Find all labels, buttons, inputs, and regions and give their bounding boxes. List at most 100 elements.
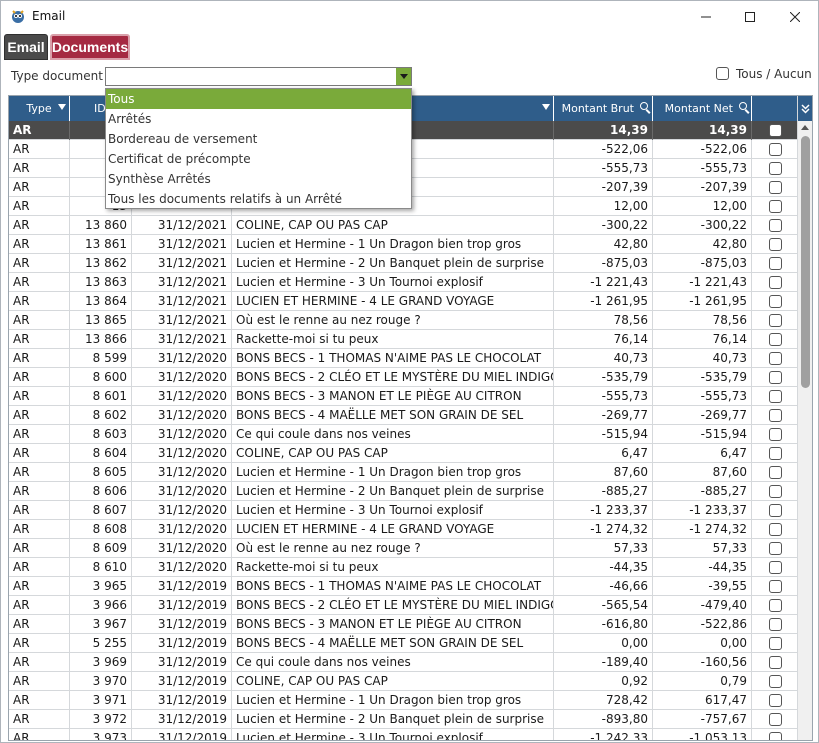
table-row[interactable]: AR 3 967 31/12/2019 BONS BECS - 3 MANON ET …: [9, 615, 799, 634]
row-checkbox[interactable]: [769, 162, 782, 175]
row-checkbox[interactable]: [769, 352, 782, 365]
row-checkbox[interactable]: [769, 447, 782, 460]
row-checkbox[interactable]: [769, 656, 782, 669]
close-button[interactable]: [773, 1, 817, 32]
table-row[interactable]: AR 3 973 31/12/2019 Lucien et Hermine - 3 U…: [9, 729, 799, 740]
cell-montant-brut: -616,80: [554, 615, 653, 634]
row-checkbox[interactable]: [769, 314, 782, 327]
row-checkbox[interactable]: [769, 428, 782, 441]
table-row[interactable]: AR 8 603 31/12/2020 Ce qui coule dans nos v…: [9, 425, 799, 444]
table-row[interactable]: AR 13 865 31/12/2021 Où est le renne au nez…: [9, 311, 799, 330]
table-row[interactable]: AR 8 600 31/12/2020 BONS BECS - 2 CLÉO ET L…: [9, 368, 799, 387]
table-row[interactable]: AR 8 607 31/12/2020 Lucien et Hermine - 3 U…: [9, 501, 799, 520]
row-checkbox[interactable]: [769, 523, 782, 536]
cell-id: 3 972: [70, 710, 132, 729]
scroll-up-arrow[interactable]: [801, 125, 809, 130]
table-row[interactable]: AR 3 970 31/12/2019 COLINE, CAP OU PAS CAP 0…: [9, 672, 799, 691]
column-header-type[interactable]: Type: [9, 96, 70, 121]
row-checkbox[interactable]: [769, 675, 782, 688]
row-checkbox[interactable]: [769, 637, 782, 650]
dropdown-option[interactable]: Tous les documents relatifs à un Arrêté: [106, 189, 411, 209]
cell-montant-brut: 78,56: [554, 311, 653, 330]
filter-icon[interactable]: [542, 104, 550, 110]
dropdown-option[interactable]: Arrêtés: [106, 109, 411, 129]
column-header-montant-net[interactable]: Montant Net: [653, 96, 752, 121]
column-chooser-button[interactable]: [798, 96, 812, 121]
table-row[interactable]: AR 3 972 31/12/2019 Lucien et Hermine - 2 U…: [9, 710, 799, 729]
row-checkbox[interactable]: [769, 466, 782, 479]
vertical-scrollbar[interactable]: [797, 96, 812, 740]
search-icon[interactable]: [739, 102, 747, 110]
row-checkbox[interactable]: [769, 276, 782, 289]
table-row[interactable]: AR 13 864 31/12/2021 LUCIEN ET HERMINE - 4 …: [9, 292, 799, 311]
table-row[interactable]: AR 3 965 31/12/2019 BONS BECS - 1 THOMAS N'…: [9, 577, 799, 596]
table-row[interactable]: AR 8 606 31/12/2020 Lucien et Hermine - 2 U…: [9, 482, 799, 501]
table-row[interactable]: AR 8 602 31/12/2020 BONS BECS - 4 MAËLLE ME…: [9, 406, 799, 425]
row-checkbox[interactable]: [769, 371, 782, 384]
row-checkbox[interactable]: [769, 219, 782, 232]
table-row[interactable]: AR 8 608 31/12/2020 LUCIEN ET HERMINE - 4 L…: [9, 520, 799, 539]
row-checkbox[interactable]: [769, 599, 782, 612]
row-checkbox[interactable]: [769, 238, 782, 251]
row-checkbox[interactable]: [769, 713, 782, 726]
column-header-select[interactable]: [752, 96, 799, 121]
table-row[interactable]: AR 8 601 31/12/2020 BONS BECS - 3 MANON ET …: [9, 387, 799, 406]
column-header-montant-brut[interactable]: Montant Brut: [554, 96, 653, 121]
table-row[interactable]: AR 8 610 31/12/2020 Rackette-moi si tu peux…: [9, 558, 799, 577]
row-checkbox[interactable]: [769, 732, 782, 740]
table-row[interactable]: AR 8 599 31/12/2020 BONS BECS - 1 THOMAS N'…: [9, 349, 799, 368]
table-row[interactable]: AR 8 605 31/12/2020 Lucien et Hermine - 1 U…: [9, 463, 799, 482]
maximize-button[interactable]: [728, 1, 772, 32]
table-row[interactable]: AR 13 866 31/12/2021 Rackette-moi si tu peu…: [9, 330, 799, 349]
dropdown-option[interactable]: Bordereau de versement: [106, 129, 411, 149]
row-checkbox[interactable]: [769, 542, 782, 555]
row-checkbox[interactable]: [769, 580, 782, 593]
type-document-select[interactable]: [105, 67, 412, 86]
row-checkbox[interactable]: [769, 485, 782, 498]
cell-type: AR: [9, 140, 70, 159]
row-checkbox[interactable]: [769, 561, 782, 574]
table-row[interactable]: AR 5 255 31/12/2019 BONS BECS - 4 MAËLLE ME…: [9, 634, 799, 653]
filter-icon[interactable]: [58, 104, 66, 110]
tab-documents[interactable]: Documents: [50, 34, 130, 60]
cell-id: 13 864: [70, 292, 132, 311]
row-checkbox[interactable]: [769, 124, 782, 137]
row-checkbox[interactable]: [769, 257, 782, 270]
dropdown-arrow-button[interactable]: [396, 68, 411, 85]
select-all-checkbox[interactable]: [716, 67, 729, 80]
cell-id: 13 866: [70, 330, 132, 349]
cell-id: 8 600: [70, 368, 132, 387]
row-checkbox[interactable]: [769, 390, 782, 403]
table-row[interactable]: AR 3 966 31/12/2019 BONS BECS - 2 CLÉO ET L…: [9, 596, 799, 615]
cell-id: 8 601: [70, 387, 132, 406]
cell-montant-net: 12,00: [653, 197, 752, 216]
row-checkbox[interactable]: [769, 200, 782, 213]
row-checkbox[interactable]: [769, 694, 782, 707]
row-checkbox[interactable]: [769, 409, 782, 422]
table-row[interactable]: AR 8 604 31/12/2020 COLINE, CAP OU PAS CAP 6…: [9, 444, 799, 463]
row-checkbox[interactable]: [769, 181, 782, 194]
row-checkbox[interactable]: [769, 618, 782, 631]
row-checkbox[interactable]: [769, 143, 782, 156]
window-title: Email: [32, 9, 66, 23]
table-row[interactable]: AR 8 609 31/12/2020 Où est le renne au nez …: [9, 539, 799, 558]
row-checkbox[interactable]: [769, 295, 782, 308]
cell-title: BONS BECS - 4 MAËLLE MET SON GRAIN DE SE…: [232, 406, 554, 425]
row-checkbox[interactable]: [769, 504, 782, 517]
dropdown-option[interactable]: Tous: [106, 89, 411, 109]
minimize-button[interactable]: [684, 1, 728, 32]
tab-email[interactable]: Email: [4, 34, 48, 60]
table-row[interactable]: AR 13 863 31/12/2021 Lucien et Hermine - 3 …: [9, 273, 799, 292]
row-checkbox[interactable]: [769, 333, 782, 346]
table-row[interactable]: AR 3 969 31/12/2019 Ce qui coule dans nos v…: [9, 653, 799, 672]
search-icon[interactable]: [640, 102, 648, 110]
table-row[interactable]: AR 3 971 31/12/2019 Lucien et Hermine - 1 U…: [9, 691, 799, 710]
table-row[interactable]: AR 13 862 31/12/2021 Lucien et Hermine - 2 …: [9, 254, 799, 273]
dropdown-option[interactable]: Synthèse Arrêtés: [106, 169, 411, 189]
table-row[interactable]: AR 13 860 31/12/2021 COLINE, CAP OU PAS CAP…: [9, 216, 799, 235]
dropdown-option[interactable]: Certificat de précompte: [106, 149, 411, 169]
cell-montant-brut: -515,94: [554, 425, 653, 444]
scroll-thumb[interactable]: [801, 136, 810, 388]
cell-select: [752, 368, 799, 387]
table-row[interactable]: AR 13 861 31/12/2021 Lucien et Hermine - 1 …: [9, 235, 799, 254]
